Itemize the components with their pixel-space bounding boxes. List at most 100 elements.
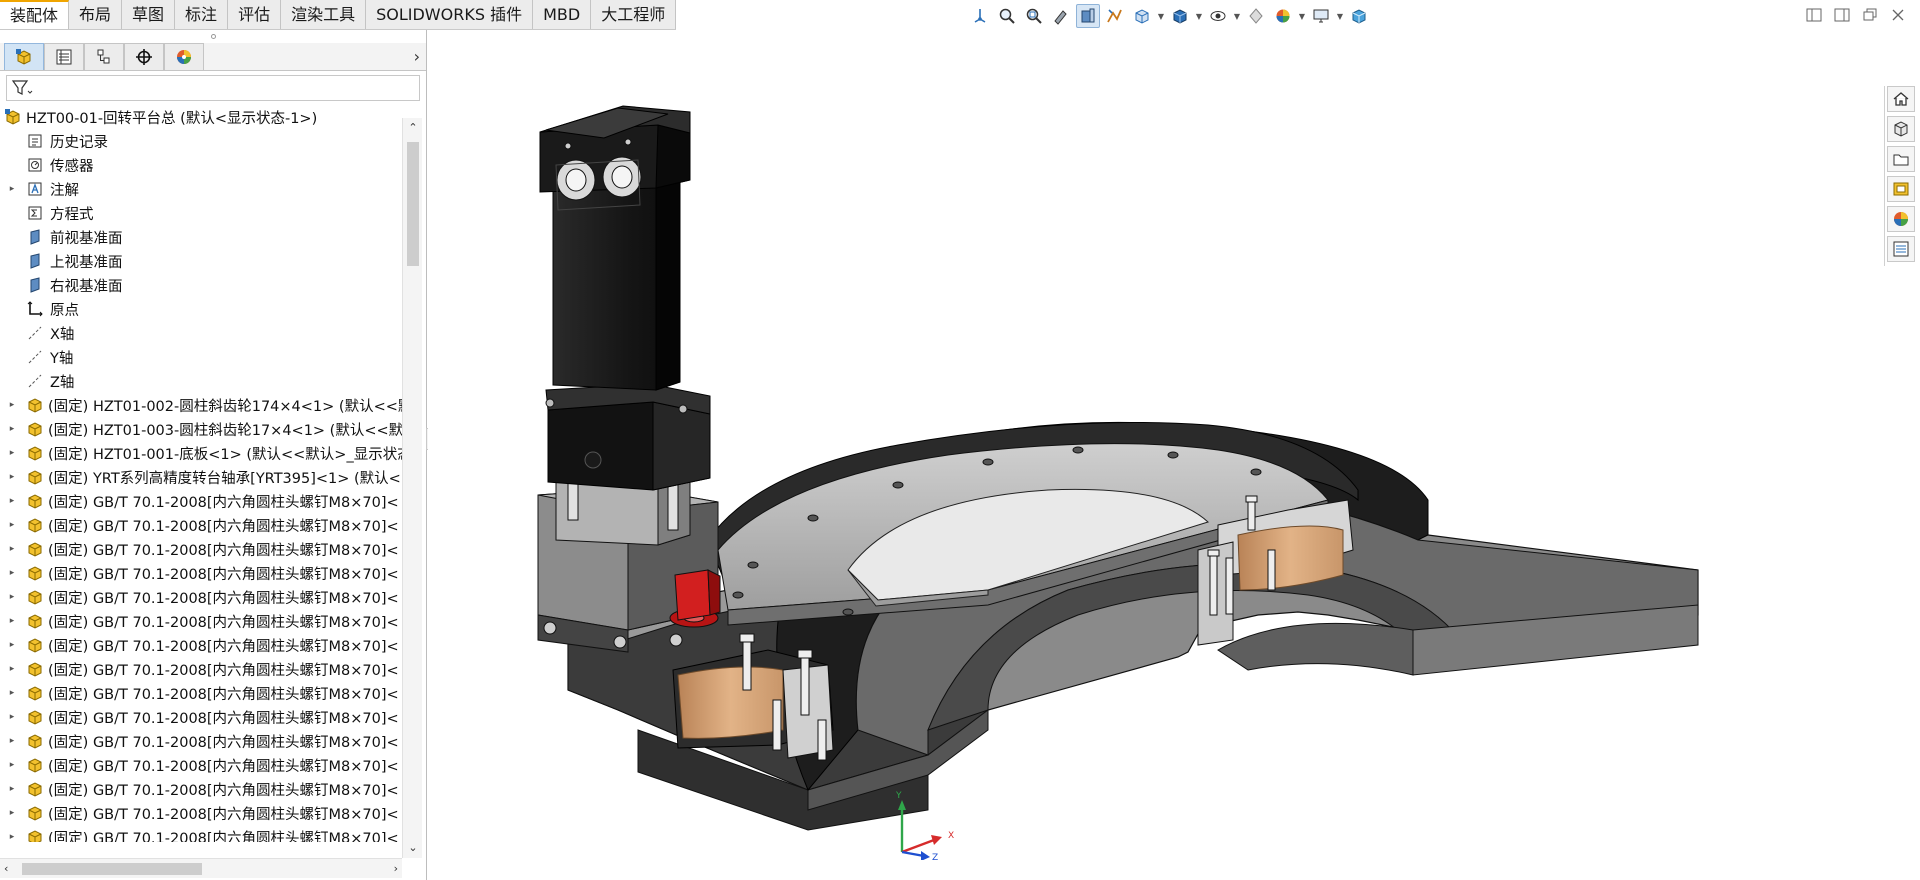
restore-icon[interactable] — [1860, 6, 1880, 24]
scroll-down-icon[interactable]: ⌄ — [403, 838, 423, 858]
expand-arrow-icon[interactable]: ▸ — [6, 808, 18, 818]
appearances-icon[interactable] — [1886, 206, 1915, 232]
expand-arrow-icon[interactable]: ▸ — [6, 784, 18, 794]
tab-6[interactable]: SOLIDWORKS 插件 — [366, 0, 534, 29]
tree-item-component[interactable]: ▸ (固定) GB/T 70.1-2008[内六角圆柱头螺钉M8×70]< — [0, 753, 426, 777]
expand-arrow-icon[interactable]: ▸ — [6, 832, 18, 842]
expand-arrow-icon[interactable]: ▸ — [6, 472, 18, 482]
tab-3[interactable]: 标注 — [175, 0, 229, 29]
dimxpertmanager-icon[interactable] — [124, 43, 164, 70]
scroll-right-icon[interactable]: › — [394, 859, 398, 879]
tree-item-component[interactable]: ▸ (固定) GB/T 70.1-2008[内六角圆柱头螺钉M8×70]< — [0, 585, 426, 609]
tab-5[interactable]: 渲染工具 — [281, 0, 367, 29]
expand-arrow-icon[interactable]: ▸ — [6, 448, 18, 458]
scroll-thumb[interactable] — [407, 142, 419, 266]
tree-item-component[interactable]: ▸ (固定) YRT系列高精度转台轴承[YRT395]<1> (默认< — [0, 465, 426, 489]
graphics-area[interactable]: Y X Z — [428, 30, 1880, 880]
expand-arrow-icon[interactable]: ▸ — [6, 664, 18, 674]
tree-item-feature[interactable]: 原点 — [0, 297, 426, 321]
tab-0[interactable]: 装配体 — [0, 0, 70, 29]
tree-item-feature[interactable]: 方程式 — [0, 201, 426, 225]
tab-7[interactable]: MBD — [533, 0, 592, 29]
close-icon[interactable] — [1888, 6, 1908, 24]
chevron-down-icon[interactable]: ▼ — [1195, 4, 1203, 28]
tab-1[interactable]: 布局 — [69, 0, 123, 29]
tree-vertical-scrollbar[interactable]: ⌃ ⌄ — [402, 118, 422, 858]
file-explorer-icon[interactable] — [1886, 146, 1915, 172]
expand-arrow-icon[interactable]: ▸ — [6, 568, 18, 578]
filter-icon[interactable] — [11, 79, 33, 97]
tab-8[interactable]: 大工程师 — [591, 0, 677, 29]
tree-item-component[interactable]: ▸ (固定) GB/T 70.1-2008[内六角圆柱头螺钉M8×70]< — [0, 825, 426, 842]
expand-arrow-icon[interactable]: ▸ — [6, 640, 18, 650]
tab-4[interactable]: 评估 — [228, 0, 282, 29]
expand-arrow-icon[interactable]: ▸ — [6, 688, 18, 698]
tree-item-component[interactable]: ▸ (固定) GB/T 70.1-2008[内六角圆柱头螺钉M8×70]< — [0, 609, 426, 633]
scroll-left-icon[interactable]: ‹ — [4, 859, 8, 879]
tree-item-feature[interactable]: 前视基准面 — [0, 225, 426, 249]
display-style-icon[interactable] — [1168, 4, 1192, 28]
expand-arrow-icon[interactable]: ▸ — [6, 712, 18, 722]
zoom-to-area-icon[interactable] — [1022, 4, 1046, 28]
tree-item-feature[interactable]: Z轴 — [0, 369, 426, 393]
tree-item-component[interactable]: ▸ (固定) GB/T 70.1-2008[内六角圆柱头螺钉M8×70]< — [0, 657, 426, 681]
3d-view-cube-icon[interactable] — [1347, 4, 1371, 28]
expand-arrow-icon[interactable]: ▸ — [6, 592, 18, 602]
expand-arrow-icon[interactable]: ▸ — [6, 496, 18, 506]
expand-arrow-icon[interactable]: ▸ — [6, 736, 18, 746]
featuremanager-icon[interactable] — [4, 43, 44, 70]
expand-arrow-icon[interactable]: ▸ — [6, 760, 18, 770]
tile-left-icon[interactable] — [1804, 6, 1824, 24]
tree-item-component[interactable]: ▸ (固定) GB/T 70.1-2008[内六角圆柱头螺钉M8×70]< — [0, 537, 426, 561]
tree-item-component[interactable]: ▸ (固定) GB/T 70.1-2008[内六角圆柱头螺钉M8×70]< — [0, 801, 426, 825]
view-orientation-dropdown-icon[interactable] — [1130, 4, 1154, 28]
scroll-up-icon[interactable]: ⌃ — [403, 118, 423, 138]
expand-arrow-icon[interactable]: ▸ — [6, 544, 18, 554]
expand-arrow-icon[interactable]: ▸ — [6, 184, 18, 194]
dynamic-annotation-icon[interactable] — [1103, 4, 1127, 28]
design-library-icon[interactable] — [1886, 116, 1915, 142]
view-palette-icon[interactable] — [1886, 176, 1915, 202]
tree-item-component[interactable]: ▸ (固定) GB/T 70.1-2008[内六角圆柱头螺钉M8×70]< — [0, 705, 426, 729]
propertymanager-icon[interactable] — [44, 43, 84, 70]
tree-horizontal-scrollbar[interactable]: ‹ › — [0, 858, 402, 878]
tree-root-assembly[interactable]: HZT00-01-回转平台总 (默认<显示状态-1>) — [0, 105, 426, 129]
tree-item-feature[interactable]: X轴 — [0, 321, 426, 345]
tree-item-feature[interactable]: ▸ 注解 — [0, 177, 426, 201]
tree-filter[interactable] — [6, 75, 420, 101]
tree-item-component[interactable]: ▸ (固定) HZT01-003-圆柱斜齿轮17×4<1> (默认<<默认 — [0, 417, 426, 441]
tree-item-component[interactable]: ▸ (固定) HZT01-002-圆柱斜齿轮174×4<1> (默认<<默 — [0, 393, 426, 417]
tree-item-feature[interactable]: 上视基准面 — [0, 249, 426, 273]
tree-item-feature[interactable]: 传感器 — [0, 153, 426, 177]
expand-arrow-icon[interactable]: ▸ — [6, 520, 18, 530]
tree-item-component[interactable]: ▸ (固定) GB/T 70.1-2008[内六角圆柱头螺钉M8×70]< — [0, 561, 426, 585]
view-settings-icon[interactable] — [1309, 4, 1333, 28]
expand-arrow-icon[interactable]: ▸ — [6, 424, 18, 434]
expand-arrow-icon[interactable]: ▸ — [6, 616, 18, 626]
displaymanager-icon[interactable] — [164, 43, 204, 70]
tile-right-icon[interactable] — [1832, 6, 1852, 24]
panel-grip[interactable] — [0, 30, 426, 43]
custom-properties-icon[interactable] — [1886, 236, 1915, 262]
tree-item-component[interactable]: ▸ (固定) GB/T 70.1-2008[内六角圆柱头螺钉M8×70]< — [0, 681, 426, 705]
chevron-right-icon[interactable]: › — [414, 47, 420, 66]
tree-item-feature[interactable]: 历史记录 — [0, 129, 426, 153]
chevron-down-icon[interactable]: ▼ — [1233, 4, 1241, 28]
chevron-down-icon[interactable]: ▼ — [1298, 4, 1306, 28]
view-orientation-icon[interactable] — [968, 4, 992, 28]
tree-item-feature[interactable]: Y轴 — [0, 345, 426, 369]
scroll-thumb[interactable] — [22, 863, 202, 875]
tree-item-component[interactable]: ▸ (固定) HZT01-001-底板<1> (默认<<默认>_显示状态 — [0, 441, 426, 465]
tree-item-component[interactable]: ▸ (固定) GB/T 70.1-2008[内六角圆柱头螺钉M8×70]< — [0, 489, 426, 513]
tree-item-component[interactable]: ▸ (固定) GB/T 70.1-2008[内六角圆柱头螺钉M8×70]< — [0, 729, 426, 753]
tree-item-component[interactable]: ▸ (固定) GB/T 70.1-2008[内六角圆柱头螺钉M8×70]< — [0, 633, 426, 657]
zoom-to-fit-icon[interactable] — [995, 4, 1019, 28]
home-icon[interactable] — [1886, 86, 1915, 112]
hide-show-items-icon[interactable] — [1206, 4, 1230, 28]
expand-arrow-icon[interactable]: ▸ — [6, 400, 18, 410]
section-view-icon[interactable] — [1076, 4, 1100, 28]
tree-item-component[interactable]: ▸ (固定) GB/T 70.1-2008[内六角圆柱头螺钉M8×70]< — [0, 513, 426, 537]
apply-scene-icon[interactable] — [1271, 4, 1295, 28]
assembly-model[interactable] — [428, 30, 1880, 880]
edit-appearance-icon[interactable] — [1244, 4, 1268, 28]
